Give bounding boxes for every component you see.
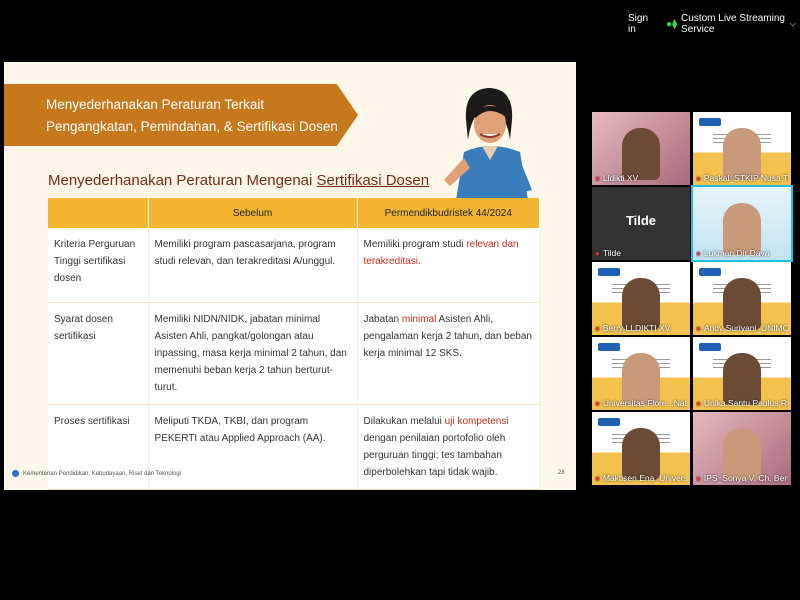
participant-tile[interactable]: ● Berry LLDIKTI XV (592, 262, 690, 335)
participant-name-label: ● Tilde (595, 248, 687, 258)
row-after: Dilakukan melalui uji kompetensi dengan … (357, 404, 540, 490)
participant-name-label: ●Paskal_STKIP Nusa Tim... (696, 173, 788, 183)
participant-name: Universitas Flore...Nat... (602, 398, 687, 408)
participant-name-label: ● Lldikti XV (595, 173, 687, 183)
after-text: Dilakukan melalui (363, 415, 445, 427)
row-after: Memiliki program studi relevan dan terak… (357, 228, 540, 303)
participant-name-label: ●Unika Santu Paulus Ru... (696, 398, 788, 408)
after-text: Jabatan (363, 313, 402, 325)
mic-muted-icon: ● (696, 173, 701, 183)
participant-name: Lldikti XV (602, 173, 639, 183)
section-title-underlined: Sertifikasi Dosen (316, 172, 430, 189)
participant-tile[interactable]: ● Andy Suriyani_UNIMOF (693, 262, 791, 335)
row-after: Jabatan minimal Asisten Ahli, pengalaman… (357, 302, 540, 405)
mic-muted-icon: ● (595, 173, 600, 183)
participant-name: Lukman Dir Daya (703, 248, 770, 258)
table-header-row: Sebelum Permendikbudristek 44/2024 (48, 198, 540, 228)
participant-tile[interactable]: ● Universitas Flore...Nat... (592, 337, 690, 410)
footer-text: Kementerian Pendidikan, Kebudayaan, Rise… (23, 470, 181, 477)
mic-muted-icon: ● (595, 473, 600, 483)
mic-muted-icon: ● (595, 248, 600, 258)
participant-tile[interactable]: ●Paskal_STKIP Nusa Tim... (693, 112, 791, 185)
mic-muted-icon: ● (595, 398, 600, 408)
participant-name-label: ● IPS_Sonya V. Ch. Benu (696, 473, 788, 483)
mic-muted-icon: ● (696, 248, 701, 258)
presenter-illustration (444, 88, 532, 200)
participant-name: Berry LLDIKTI XV (602, 323, 671, 333)
slide-footer: Kementerian Pendidikan, Kebudayaan, Rise… (12, 470, 181, 477)
presentation-slide: Menyederhanakan Peraturan Terkait Pengan… (4, 62, 576, 490)
broadcast-icon: ●⧫ (666, 18, 678, 30)
section-title: Menyederhanakan Peraturan Mengenai Serti… (48, 172, 429, 189)
mic-muted-icon: ● (696, 473, 701, 483)
participant-tile[interactable]: ●Unika Santu Paulus Ru... (693, 337, 791, 410)
banner-title: Menyederhanakan Peraturan Terkait Pengan… (46, 94, 338, 138)
row-before: Memiliki NIDN/NIDK, jabatan minimal Asis… (148, 302, 358, 405)
participant-avatar-name: Tilde (625, 213, 657, 228)
participant-name-label: ● Universitas Flore...Nat... (595, 398, 687, 408)
table-row: Kriteria Perguruan Tinggi sertifikasi do… (48, 228, 540, 303)
mic-muted-icon: ● (595, 323, 600, 333)
banner-line-2: Pengangkatan, Pemindahan, & Sertifikasi … (46, 119, 338, 134)
section-title-prefix: Menyederhanakan Peraturan Mengenai (48, 172, 317, 189)
participant-name: Unika Santu Paulus Ru... (703, 398, 788, 408)
sign-in-link[interactable]: Sign in (628, 13, 652, 35)
participant-name: Tilde (602, 248, 621, 258)
participant-name: Maktisen Ena_Universi... (602, 473, 687, 483)
page-number: 28 (558, 470, 565, 476)
banner-line-1: Menyederhanakan Peraturan Terkait (46, 97, 265, 112)
after-highlight: uji kompetensi (444, 415, 509, 427)
participant-tile[interactable]: ● IPS_Sonya V. Ch. Benu (693, 412, 791, 485)
participant-tile[interactable]: ● Lukman Dir Daya (691, 185, 793, 262)
participant-name-label: ● Berry LLDIKTI XV (595, 323, 687, 333)
after-text-end: dengan penilaian portofolio oleh perguru… (363, 432, 506, 478)
live-streaming-dropdown[interactable]: ●⧫ Custom Live Streaming Service ⌵ (666, 13, 796, 35)
participant-name: Paskal_STKIP Nusa Tim... (703, 173, 788, 183)
header-before: Sebelum (148, 198, 358, 228)
after-highlight: minimal (401, 313, 437, 325)
participant-name-label: ● Andy Suriyani_UNIMOF (696, 323, 788, 333)
row-category: Syarat dosen sertifikasi (48, 302, 149, 405)
top-bar: Sign in ●⧫ Custom Live Streaming Service… (620, 12, 796, 36)
mic-muted-icon: ● (696, 323, 701, 333)
mic-muted-icon: ● (696, 398, 701, 408)
after-text: Memiliki program studi (363, 239, 467, 250)
row-category: Kriteria Perguruan Tinggi sertifikasi do… (48, 228, 149, 303)
comparison-table: Sebelum Permendikbudristek 44/2024 Krite… (48, 198, 540, 490)
participant-tile[interactable]: ●Maktisen Ena_Universi... (592, 412, 690, 485)
row-before: Memiliki program pascasarjana, program s… (148, 228, 358, 303)
header-blank (48, 198, 149, 228)
participant-name: IPS_Sonya V. Ch. Benu (703, 473, 788, 483)
participant-tile[interactable]: ● Lldikti XV (592, 112, 690, 185)
participant-tile[interactable]: Tilde ● Tilde (592, 187, 690, 260)
participant-name-label: ●Maktisen Ena_Universi... (595, 473, 687, 483)
participant-name-label: ● Lukman Dir Daya (696, 248, 788, 258)
table-row: Syarat dosen sertifikasi Memiliki NIDN/N… (48, 302, 540, 405)
chevron-down-icon: ⌵ (789, 19, 796, 28)
live-streaming-label: Custom Live Streaming Service (681, 13, 785, 35)
header-after: Permendikbudristek 44/2024 (357, 198, 540, 228)
slide-banner: Menyederhanakan Peraturan Terkait Pengan… (4, 84, 358, 146)
ministry-logo-icon (12, 470, 19, 477)
participant-name: Andy Suriyani_UNIMOF (703, 323, 788, 333)
